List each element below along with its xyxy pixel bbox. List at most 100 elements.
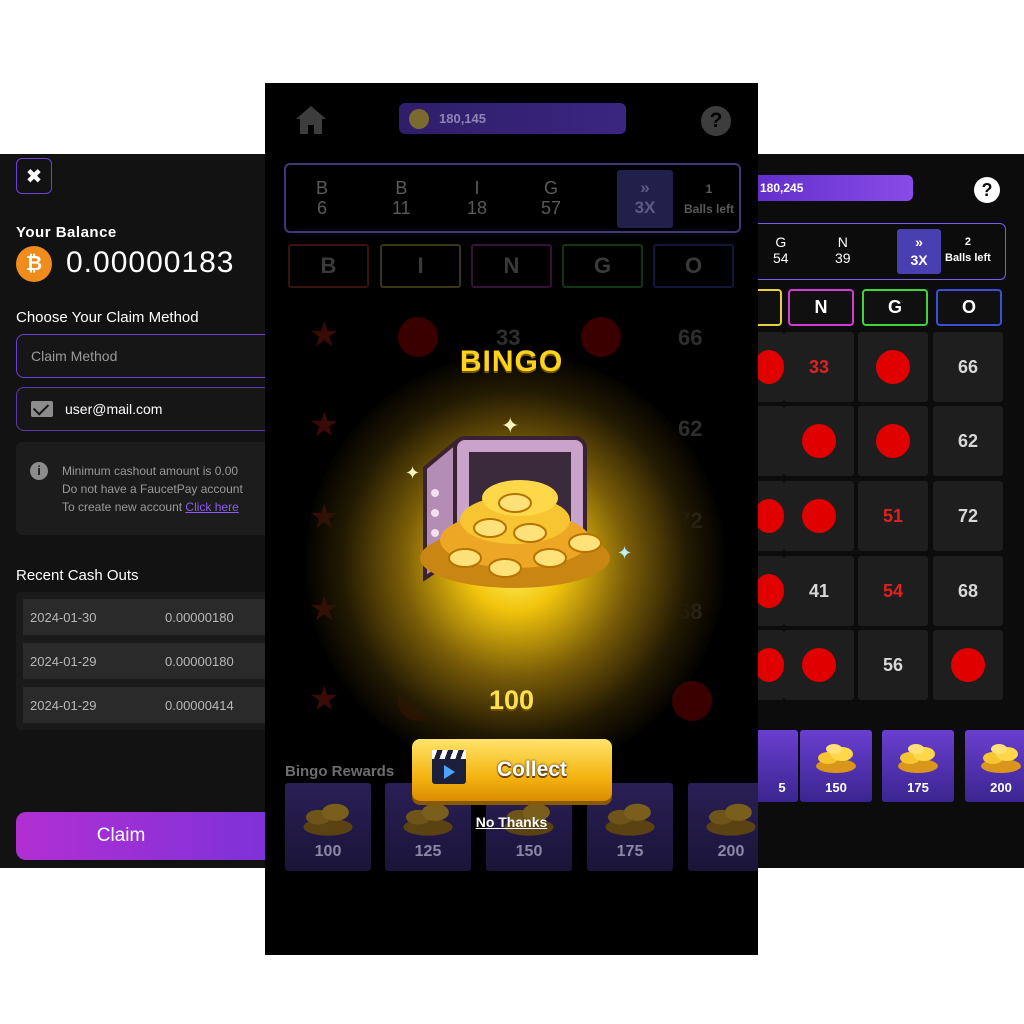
header-g: G: [562, 244, 643, 288]
board-cell[interactable]: 54: [858, 556, 928, 626]
claim-method-placeholder: Claim Method: [31, 348, 118, 364]
balls-left-count: 2: [964, 236, 971, 248]
header-n: N: [788, 289, 854, 326]
help-icon[interactable]: ?: [701, 106, 731, 136]
marked-dot: [802, 499, 836, 533]
called-ball: G 54: [773, 234, 789, 266]
ball-number: 6: [317, 198, 328, 218]
coin-pile-icon: [898, 744, 938, 773]
board-cell[interactable]: [784, 630, 854, 700]
bingo-game-screen: 180,145 ? B6 B 11 I 18 G 57 » 3X 1 Balls left…: [265, 83, 758, 955]
balls-left-count: 1: [705, 182, 713, 196]
reward-value: 150: [515, 843, 543, 860]
close-button[interactable]: ✖: [16, 158, 52, 194]
prize-amount: 100: [488, 685, 535, 715]
claim-method-label: Choose Your Claim Method: [16, 309, 199, 326]
ball-letter: B: [316, 178, 329, 198]
info-line-2: Do not have a FaucetPay account: [62, 482, 243, 496]
cashout-date: 2024-01-29: [30, 697, 97, 713]
header-g: G: [862, 289, 928, 326]
reward-value: 5: [778, 780, 786, 795]
board-cell[interactable]: 33: [784, 332, 854, 402]
header-o: O: [653, 244, 734, 288]
board-cell[interactable]: [784, 406, 854, 476]
ball-number: 11: [392, 198, 411, 218]
board-cell[interactable]: [933, 630, 1003, 700]
bingo-board-screen: 180,245 ? G 54 N 39 » 3X 2 Balls left N G O …: [756, 154, 1024, 868]
board-cell[interactable]: [756, 406, 784, 476]
ball-letter: B: [395, 178, 408, 198]
balls-left: 2 Balls left: [945, 234, 991, 266]
board-cell[interactable]: 66: [933, 332, 1003, 402]
ball-letter: G: [544, 178, 559, 198]
board-cell[interactable]: [858, 332, 928, 402]
board-cell[interactable]: [756, 556, 784, 626]
cashout-date: 2024-01-29: [30, 653, 97, 669]
board-cell[interactable]: 72: [933, 481, 1003, 551]
marked-dot: [756, 499, 784, 533]
help-icon[interactable]: ?: [974, 177, 1000, 203]
called-ball: B 11: [392, 178, 411, 218]
header-b: B: [288, 244, 369, 288]
board-cell[interactable]: [756, 630, 784, 700]
board-cell[interactable]: [756, 332, 784, 402]
coin-balance-value: 180,145: [439, 111, 486, 126]
balance-value: 0.00000183: [66, 246, 235, 279]
create-account-link[interactable]: Click here: [185, 500, 238, 514]
called-ball: B6: [316, 178, 328, 218]
reward-value: 150: [825, 780, 847, 795]
info-line-3: To create new account Click here: [62, 500, 239, 514]
info-box: i Minimum cashout amount is 0.00 Do not …: [16, 442, 270, 535]
board-cell[interactable]: [784, 481, 854, 551]
no-thanks-link[interactable]: No Thanks: [265, 814, 758, 830]
info-line-1: Minimum cashout amount is 0.00: [62, 464, 239, 478]
list-item: 2024-01-29 0.00000180: [23, 643, 270, 679]
reward-value: 175: [907, 780, 929, 795]
board-cell[interactable]: [858, 406, 928, 476]
board-cell[interactable]: [756, 481, 784, 551]
email-field[interactable]: user@mail.com: [16, 387, 270, 431]
collect-button[interactable]: Collect: [412, 739, 612, 801]
called-balls-bar: B6 B 11 I 18 G 57 » 3X 1 Balls left: [284, 163, 741, 233]
board-cell[interactable]: 68: [933, 556, 1003, 626]
board-cell[interactable]: 56: [858, 630, 928, 700]
marked-dot: [756, 648, 784, 682]
cashout-date: 2024-01-30: [30, 609, 97, 625]
multiplier-button[interactable]: » 3X: [617, 170, 673, 228]
multiplier-button[interactable]: » 3X: [897, 229, 941, 274]
sparkle-icon: ✦: [617, 543, 633, 563]
marked-dot: [876, 350, 910, 384]
balance-label: Your Balance: [16, 224, 117, 241]
board-cell[interactable]: 62: [933, 406, 1003, 476]
board-cell[interactable]: 41: [784, 556, 854, 626]
ball-number: 54: [773, 250, 789, 266]
reward-tile: 200: [965, 730, 1024, 802]
called-ball: N 39: [835, 234, 851, 266]
cashout-amount: 0.00000180: [165, 609, 234, 625]
marked-dot: [951, 648, 985, 682]
reward-value: 125: [414, 843, 442, 860]
marked-dot: [756, 574, 784, 608]
header-n: N: [471, 244, 552, 288]
ball-letter: G: [775, 234, 787, 250]
star-icon: ★: [309, 406, 340, 444]
sparkle-icon: ✦: [405, 463, 421, 483]
claim-method-select[interactable]: Claim Method: [16, 334, 270, 378]
marked-dot: [876, 424, 910, 458]
reward-value: 200: [990, 780, 1012, 795]
collect-label: Collect: [496, 758, 567, 781]
cashout-amount: 0.00000180: [165, 653, 234, 669]
called-ball: G 57: [541, 178, 561, 218]
claim-button[interactable]: Claim: [16, 812, 270, 860]
reward-value: 175: [616, 843, 644, 860]
close-icon: ✖: [25, 165, 43, 188]
reward-value: 100: [314, 843, 342, 860]
board-cell[interactable]: 51: [858, 481, 928, 551]
reward-value: 200: [717, 843, 745, 860]
sparkle-icon: ✦: [501, 413, 520, 438]
called-ball: I 18: [467, 178, 487, 218]
recent-cashouts-label: Recent Cash Outs: [16, 567, 139, 584]
reward-tile: 150: [800, 730, 872, 802]
home-icon[interactable]: [295, 105, 327, 135]
info-line-3-text: To create new account: [62, 500, 186, 514]
